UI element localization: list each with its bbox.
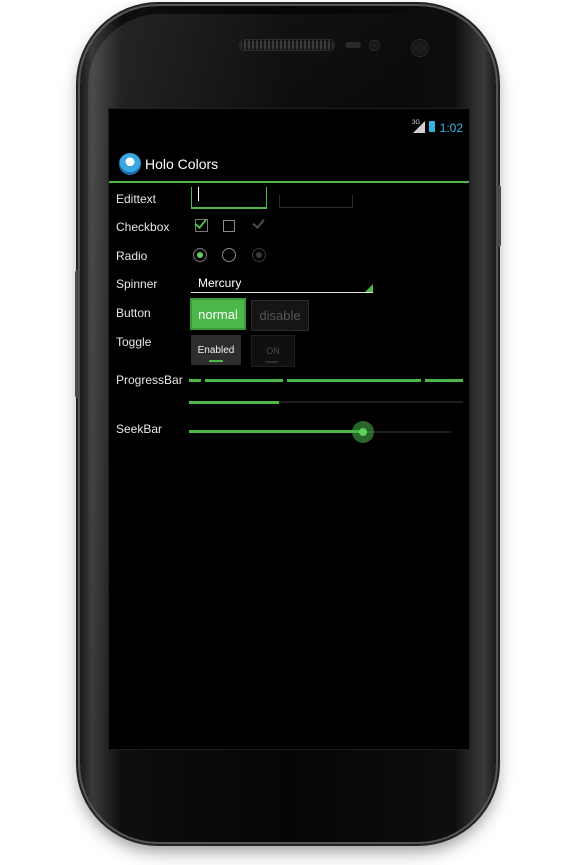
checkbox-disabled-checked xyxy=(253,219,265,231)
toggle-disabled: ON xyxy=(251,335,295,367)
spinner-value: Mercury xyxy=(198,276,242,290)
toggle-label: Toggle xyxy=(116,335,152,349)
radio-unselected[interactable] xyxy=(222,248,236,262)
progressbar-indeterminate-segment xyxy=(287,379,421,382)
spinner-arrow-icon xyxy=(365,284,373,292)
toggle-disabled-text: ON xyxy=(266,346,280,356)
edittext-active[interactable] xyxy=(191,187,267,209)
signal-icon xyxy=(413,121,425,133)
app-icon[interactable] xyxy=(119,153,141,175)
seekbar-thumb[interactable] xyxy=(352,421,374,443)
disabled-button: disable xyxy=(251,300,309,331)
normal-button[interactable]: normal xyxy=(190,298,246,330)
checkbox-checked[interactable] xyxy=(195,219,208,232)
button-label: Button xyxy=(116,306,151,320)
progressbar-fill xyxy=(189,401,279,404)
seekbar-fill xyxy=(189,430,363,433)
power-button xyxy=(496,185,501,247)
checkbox-unchecked[interactable] xyxy=(223,220,235,232)
earpiece-speaker xyxy=(240,40,334,50)
spinner-label: Spinner xyxy=(116,277,158,291)
app-title: Holo Colors xyxy=(145,156,219,172)
toggle-indicator xyxy=(209,360,223,362)
action-bar: Holo Colors xyxy=(109,149,469,183)
screen: 3G 1:02 Holo Colors Edittext Checkbox Ra… xyxy=(108,108,470,750)
toggle-enabled-text: Enabled xyxy=(197,345,235,356)
edittext-label: Edittext xyxy=(116,192,157,206)
toggle-enabled[interactable]: Enabled xyxy=(191,335,241,365)
proximity-sensor xyxy=(345,42,361,48)
battery-icon xyxy=(429,121,435,132)
spinner[interactable]: Mercury xyxy=(191,274,373,293)
seekbar-label: SeekBar xyxy=(116,422,163,436)
radio-disabled-selected xyxy=(252,248,266,262)
front-camera xyxy=(412,40,428,56)
progressbar-indeterminate-segment xyxy=(425,379,463,382)
volume-button xyxy=(75,270,80,398)
edittext-disabled xyxy=(279,195,353,208)
radio-selected[interactable] xyxy=(193,248,207,262)
text-cursor xyxy=(198,187,199,201)
progressbar-indeterminate-segment xyxy=(205,379,283,382)
status-bar: 3G 1:02 xyxy=(109,117,469,137)
progressbar-label: ProgressBar xyxy=(116,373,183,387)
status-time: 1:02 xyxy=(439,121,463,135)
progressbar-indeterminate-segment xyxy=(189,379,201,382)
light-sensor xyxy=(370,41,379,50)
toggle-indicator-disabled xyxy=(266,361,278,363)
radio-label: Radio xyxy=(116,249,148,263)
checkbox-label: Checkbox xyxy=(116,220,170,234)
